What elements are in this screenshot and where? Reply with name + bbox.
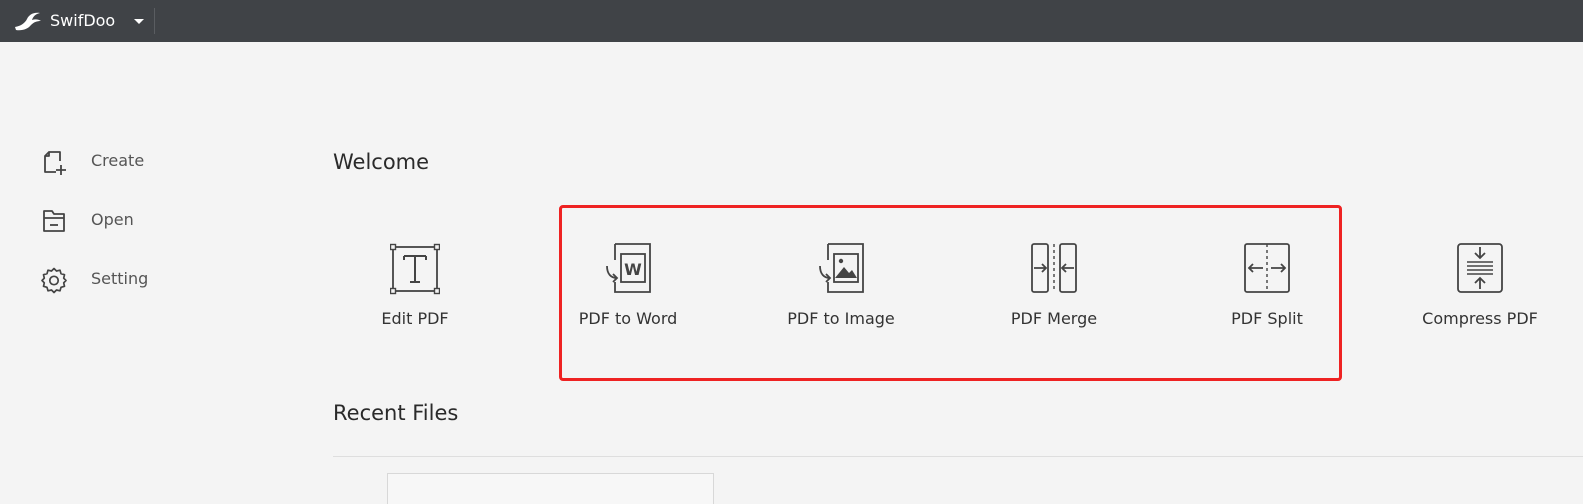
welcome-heading: Welcome	[333, 150, 430, 174]
tool-compress-pdf[interactable]: Compress PDF	[1390, 236, 1570, 336]
edit-text-icon	[390, 243, 440, 295]
folder-icon	[43, 210, 65, 232]
sidebar-item-label: Setting	[91, 269, 149, 288]
tool-label: PDF to Word	[578, 309, 678, 328]
tool-edit-pdf[interactable]: Edit PDF	[325, 236, 505, 336]
tool-pdf-split[interactable]: PDF Split	[1177, 236, 1357, 336]
caret-down-icon	[134, 19, 144, 24]
sidebar-item-setting[interactable]: Setting	[40, 264, 240, 294]
svg-text:W: W	[624, 260, 642, 279]
titlebar-divider	[154, 8, 155, 34]
recent-files-divider	[333, 456, 1583, 457]
tool-pdf-merge[interactable]: PDF Merge	[964, 236, 1144, 336]
tool-label: PDF Merge	[1010, 309, 1098, 328]
tool-label: PDF to Image	[787, 309, 895, 328]
recent-files-heading: Recent Files	[333, 401, 459, 425]
compress-icon	[1457, 243, 1503, 293]
split-icon	[1244, 243, 1290, 293]
app-menu-dropdown-button[interactable]	[129, 12, 149, 30]
swifdoo-logo-icon	[15, 12, 41, 31]
sidebar-item-label: Open	[91, 210, 134, 229]
merge-icon	[1031, 243, 1077, 293]
recent-file-card[interactable]	[387, 473, 714, 504]
sidebar-item-create[interactable]: Create	[40, 146, 240, 176]
pdf-to-image-icon	[819, 243, 864, 293]
create-file-icon	[44, 151, 66, 175]
sidebar-item-open[interactable]: Open	[40, 205, 240, 235]
tool-pdf-to-word[interactable]: W PDF to Word	[538, 236, 718, 336]
sidebar-item-label: Create	[91, 151, 145, 170]
tool-label: PDF Split	[1231, 309, 1303, 328]
title-bar: SwifDoo	[0, 0, 1583, 42]
pdf-to-word-icon: W	[606, 243, 651, 293]
tool-pdf-to-image[interactable]: PDF to Image	[751, 236, 931, 336]
gear-icon	[41, 267, 67, 294]
tool-label: Compress PDF	[1422, 309, 1538, 328]
app-name: SwifDoo	[50, 11, 116, 30]
tool-label: Edit PDF	[381, 309, 449, 328]
